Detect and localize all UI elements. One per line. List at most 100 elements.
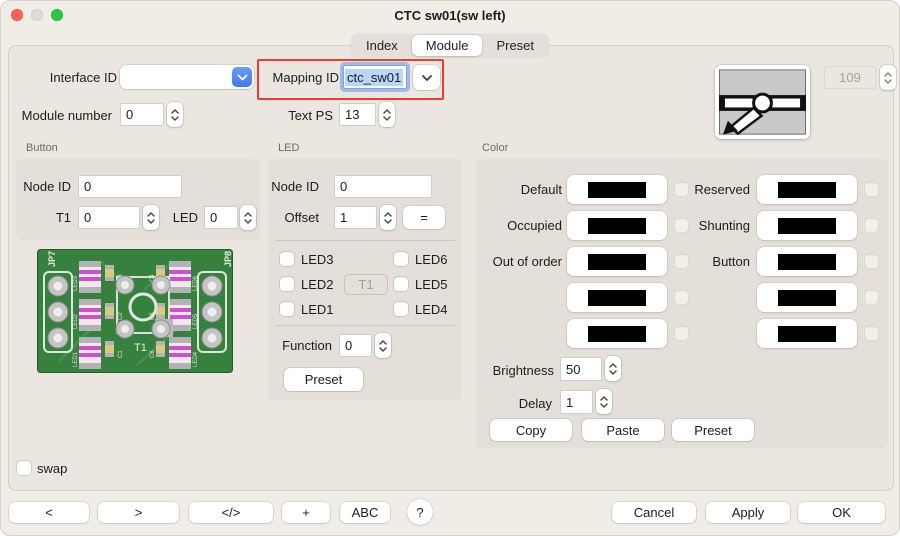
stepper-arrows-icon xyxy=(383,108,391,121)
color-preset-button[interactable]: Preset xyxy=(672,419,754,441)
tab-preset[interactable]: Preset xyxy=(482,35,548,56)
module-tab-pane: Interface ID Mapping ID ctc_sw01 Module … xyxy=(8,45,896,491)
color-shunting-value xyxy=(778,217,836,234)
swap-checkbox-label: swap xyxy=(37,461,68,476)
delay-label: Delay xyxy=(518,396,552,411)
function-stepper[interactable] xyxy=(375,333,391,358)
mapping-id-input[interactable]: ctc_sw01 xyxy=(343,65,407,89)
equals-button[interactable]: = xyxy=(403,206,445,229)
delay-stepper[interactable] xyxy=(596,389,612,414)
button-node-id-input[interactable]: 0 xyxy=(78,175,182,198)
pcb-led5-label: LED5 xyxy=(193,313,199,329)
stepper-arrows-icon xyxy=(384,211,392,224)
stepper-arrows-icon xyxy=(147,211,155,224)
led-offset-stepper[interactable] xyxy=(380,205,396,230)
swap-checkbox[interactable] xyxy=(17,461,31,475)
color-out-of-order-swatch[interactable] xyxy=(567,247,667,276)
button-node-id-label: Node ID xyxy=(23,179,71,194)
interface-id-value xyxy=(120,71,132,77)
pcb-led6-label: LED6 xyxy=(193,275,199,291)
mapping-id-dropdown-button[interactable] xyxy=(413,65,440,90)
color-shunting-swatch[interactable] xyxy=(757,211,857,240)
module-number-label: Module number xyxy=(21,108,112,123)
brightness-input[interactable]: 50 xyxy=(560,357,602,381)
color-default-value xyxy=(588,181,646,198)
button-t1-stepper[interactable] xyxy=(143,205,159,230)
color-reserved-swatch[interactable] xyxy=(757,175,857,204)
color-extra2-left-value xyxy=(588,325,646,342)
color-extra1-left-checkbox[interactable] xyxy=(675,291,688,304)
led6-checkbox[interactable] xyxy=(394,252,408,266)
interface-id-dropdown[interactable] xyxy=(120,65,254,89)
color-reserved-value xyxy=(778,181,836,198)
color-extra2-left-swatch[interactable] xyxy=(567,319,667,348)
delay-input[interactable]: 1 xyxy=(560,390,593,414)
led4-checkbox[interactable] xyxy=(394,302,408,316)
led3-checkbox[interactable] xyxy=(280,252,294,266)
module-id-stepper[interactable] xyxy=(880,65,896,90)
paste-button[interactable]: Paste xyxy=(582,419,664,441)
button-t1-input[interactable]: 0 xyxy=(78,206,140,229)
led5-checkbox[interactable] xyxy=(394,277,408,291)
pcb-led3-label: LED3 xyxy=(73,275,79,291)
color-extra1-right-checkbox[interactable] xyxy=(865,291,878,304)
color-button-value xyxy=(778,253,836,270)
color-shunting-checkbox[interactable] xyxy=(865,219,878,232)
pcb-board-image: JP7 JP8 LED3 LED2 LED1 LED6 LED5 LED4 C2… xyxy=(37,249,233,373)
tab-index[interactable]: Index xyxy=(352,35,412,56)
led2-checkbox-label: LED2 xyxy=(301,277,334,292)
mapping-id-label: Mapping ID xyxy=(272,70,339,85)
chevron-down-icon xyxy=(232,67,252,87)
pcb-c1-label: C1 xyxy=(118,350,124,358)
stepper-arrows-icon xyxy=(609,362,617,375)
led2-checkbox[interactable] xyxy=(280,277,294,291)
plus-button[interactable]: + xyxy=(282,502,330,523)
led-group-title: LED xyxy=(278,142,300,154)
stepper-arrows-icon xyxy=(600,395,608,408)
led-offset-input[interactable]: 1 xyxy=(334,206,377,229)
pcb-jp8-label: JP8 xyxy=(223,251,233,267)
pcb-led4-label: LED4 xyxy=(193,351,199,367)
led-node-id-input[interactable]: 0 xyxy=(334,175,432,198)
color-extra2-left-checkbox[interactable] xyxy=(675,327,688,340)
function-input[interactable]: 0 xyxy=(339,334,372,357)
tab-module[interactable]: Module xyxy=(411,35,483,56)
help-button[interactable]: ? xyxy=(407,499,433,525)
apply-button[interactable]: Apply xyxy=(706,502,790,523)
copy-button[interactable]: Copy xyxy=(490,419,572,441)
led-preset-button[interactable]: Preset xyxy=(284,368,363,391)
led-group-divider xyxy=(275,240,455,241)
color-extra1-right-swatch[interactable] xyxy=(757,283,857,312)
module-number-stepper[interactable] xyxy=(167,102,183,127)
turnout-left-icon xyxy=(719,69,806,136)
button-led-input[interactable]: 0 xyxy=(204,206,238,229)
color-extra1-right-value xyxy=(778,289,836,306)
text-ps-stepper[interactable] xyxy=(379,102,395,127)
color-shunting-label: Shunting xyxy=(698,218,750,233)
color-button-swatch[interactable] xyxy=(757,247,857,276)
code-button[interactable]: </> xyxy=(189,502,273,523)
forward-button[interactable]: > xyxy=(98,502,179,523)
brightness-stepper[interactable] xyxy=(605,356,621,381)
cancel-button[interactable]: Cancel xyxy=(612,502,696,523)
color-default-swatch[interactable] xyxy=(567,175,667,204)
abc-button[interactable]: ABC xyxy=(340,502,390,523)
stepper-arrows-icon xyxy=(171,108,179,121)
ok-button[interactable]: OK xyxy=(798,502,885,523)
color-extra1-left-swatch[interactable] xyxy=(567,283,667,312)
led-node-id-label: Node ID xyxy=(271,179,319,194)
button-led-stepper[interactable] xyxy=(240,205,256,230)
color-reserved-checkbox[interactable] xyxy=(865,183,878,196)
module-number-input[interactable]: 0 xyxy=(120,103,164,126)
led1-checkbox[interactable] xyxy=(280,302,294,316)
pcb-c6-label: C6 xyxy=(150,350,156,358)
color-extra2-right-checkbox[interactable] xyxy=(865,327,878,340)
color-group-title: Color xyxy=(482,142,509,154)
text-ps-input[interactable]: 13 xyxy=(339,103,376,126)
color-occupied-swatch[interactable] xyxy=(567,211,667,240)
back-button[interactable]: < xyxy=(9,502,89,523)
color-button-label: Button xyxy=(712,254,750,269)
color-button-checkbox[interactable] xyxy=(865,255,878,268)
pcb-led1-label: LED1 xyxy=(73,351,79,367)
color-extra2-right-swatch[interactable] xyxy=(757,319,857,348)
